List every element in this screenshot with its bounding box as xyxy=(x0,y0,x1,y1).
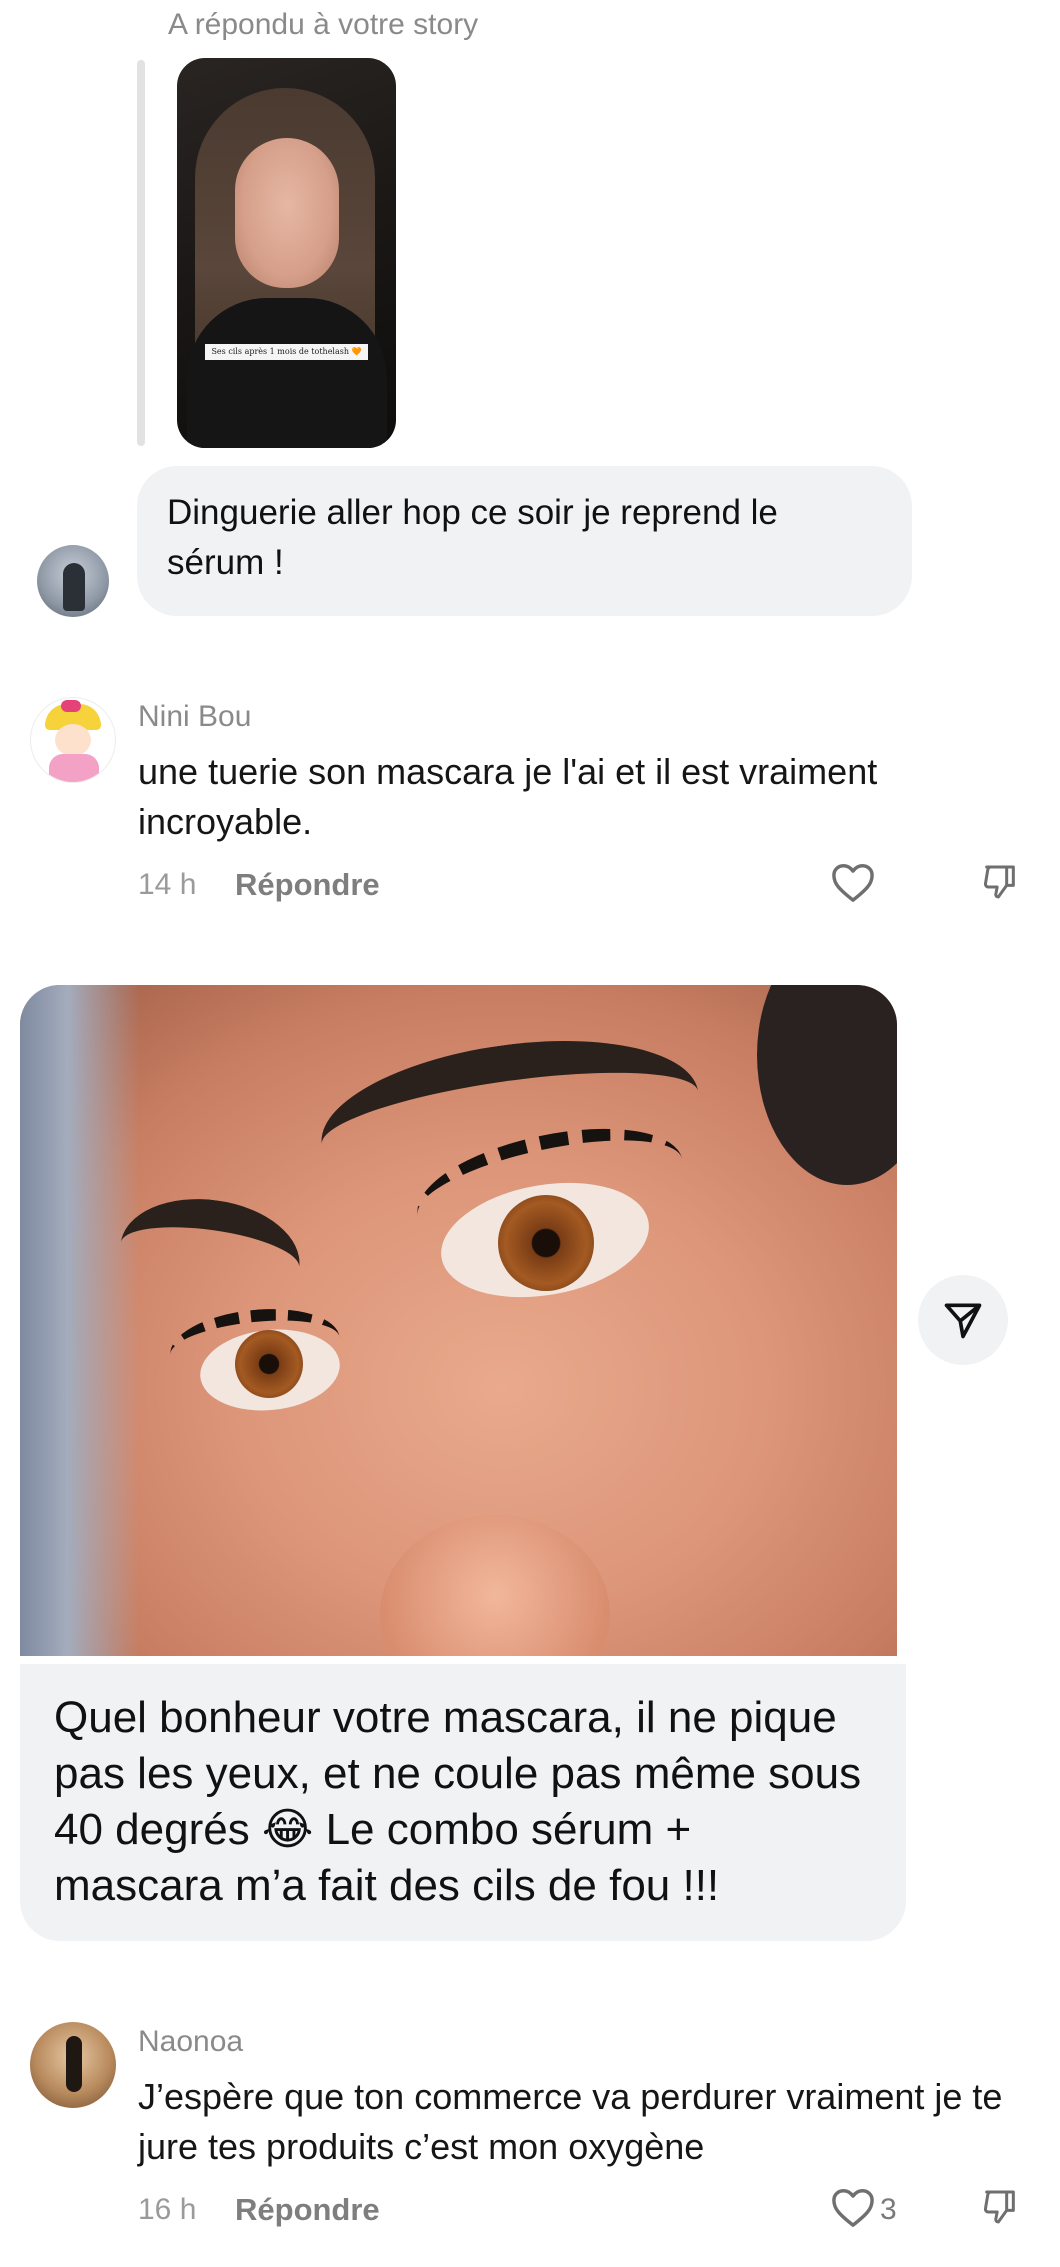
comment-time: 16 h xyxy=(138,2193,197,2226)
reply-button[interactable]: Répondre xyxy=(235,2192,380,2228)
heart-outline-icon[interactable] xyxy=(830,861,876,903)
avatar[interactable] xyxy=(30,2022,116,2108)
heart-outline-icon[interactable] xyxy=(830,2186,876,2228)
comment-text: J’espère que ton commerce va perdurer vr… xyxy=(138,2076,1003,2167)
comment-username[interactable]: Naonoa xyxy=(138,2025,243,2059)
avatar[interactable] xyxy=(37,545,109,617)
story-reply-message: Dinguerie aller hop ce soir je reprend l… xyxy=(137,466,912,616)
avatar[interactable] xyxy=(30,697,116,783)
thumbs-down-icon[interactable] xyxy=(980,862,1020,902)
story-thumbnail[interactable]: Ses cils après 1 mois de tothelash 🧡 xyxy=(177,58,396,448)
comment-username[interactable]: Nini Bou xyxy=(138,700,251,734)
like-count: 3 xyxy=(880,2193,897,2226)
story-face xyxy=(235,138,339,288)
story-caption: Ses cils après 1 mois de tothelash 🧡 xyxy=(205,344,368,360)
paper-plane-icon xyxy=(941,1298,985,1342)
quote-bar xyxy=(137,60,145,446)
thumbs-down-icon[interactable] xyxy=(980,2187,1020,2227)
share-button[interactable] xyxy=(918,1275,1008,1365)
story-shirt xyxy=(187,298,387,448)
story-reply-label: A répondu à votre story xyxy=(168,8,479,41)
comment-time: 14 h xyxy=(138,868,197,901)
reply-button[interactable]: Répondre xyxy=(235,867,380,903)
comment-text: une tuerie son mascara je l'ai et il est… xyxy=(138,751,878,842)
attached-photo[interactable] xyxy=(20,985,897,1656)
photo-caption-message: Quel bonheur votre mascara, il ne pique … xyxy=(20,1664,906,1941)
